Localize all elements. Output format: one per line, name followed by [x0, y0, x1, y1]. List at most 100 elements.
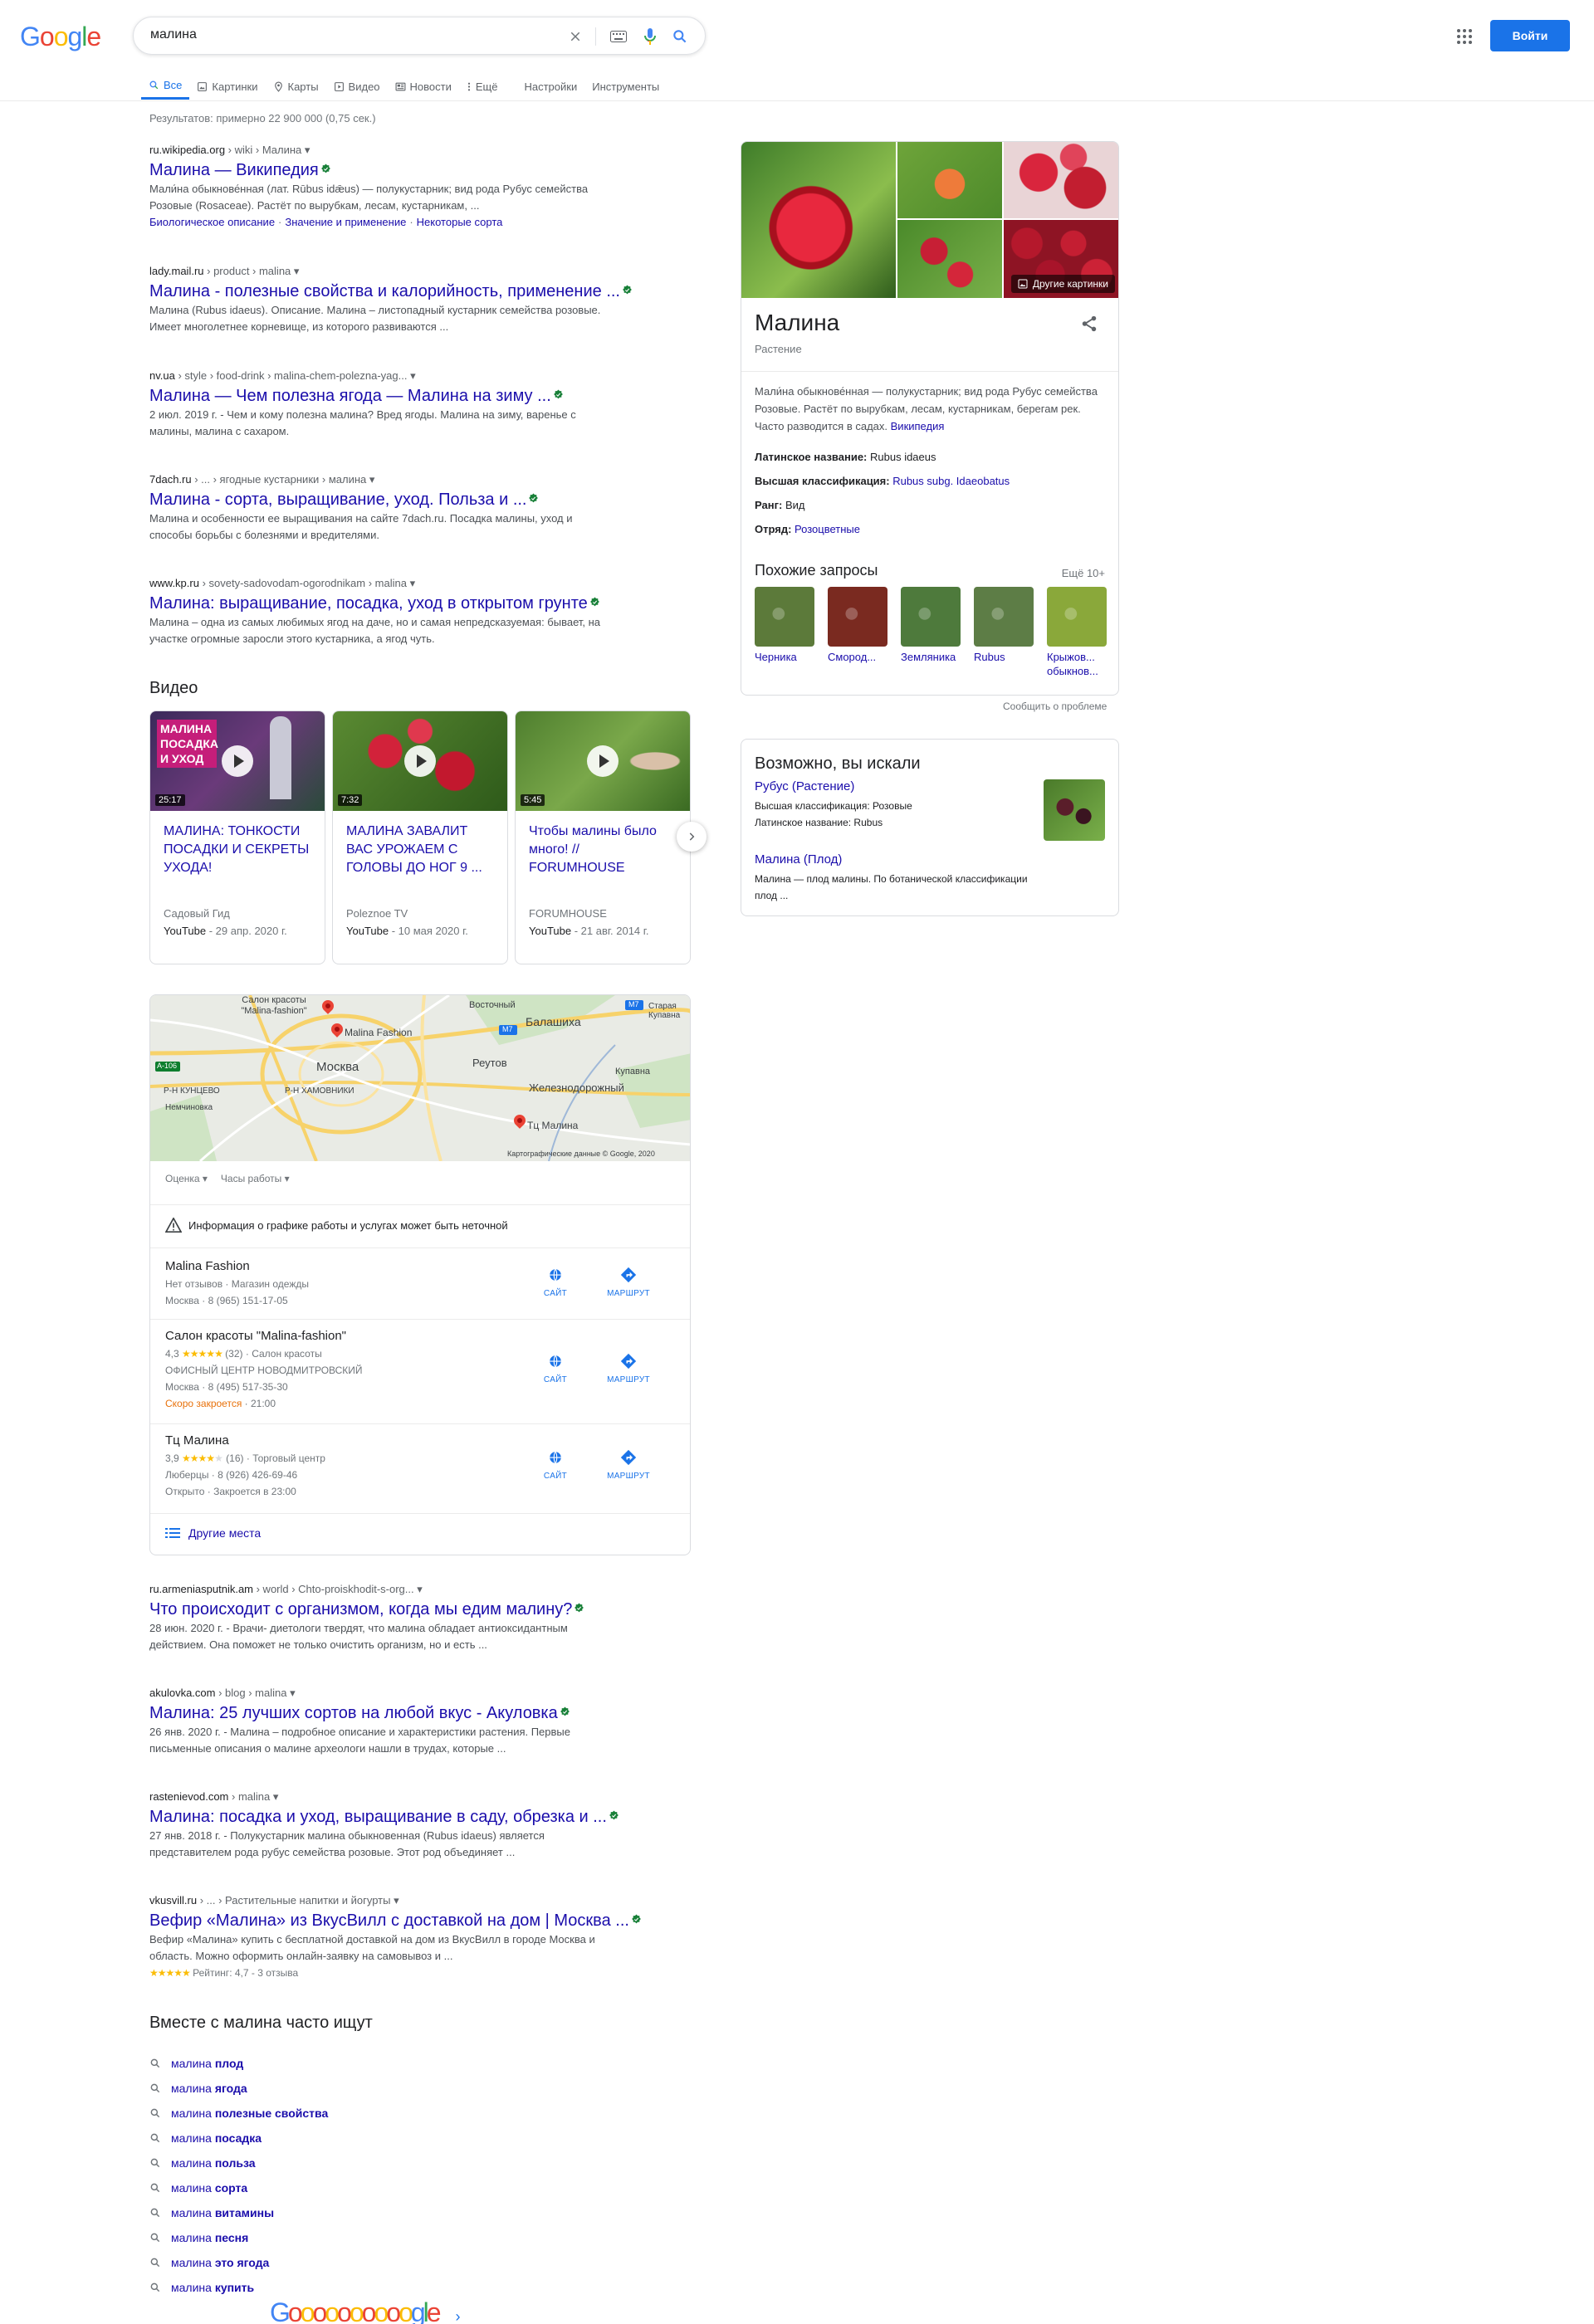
- did-you-mean-link[interactable]: Малина (Плод): [755, 852, 842, 867]
- tab-videos[interactable]: Видео: [326, 73, 388, 100]
- tab-news[interactable]: Новости: [388, 73, 459, 100]
- result-breadcrumb[interactable]: lady.mail.ru › product › malina ▾: [149, 264, 648, 279]
- chevron-down-icon[interactable]: ▾: [410, 369, 416, 382]
- tab-tools[interactable]: Инструменты: [584, 73, 667, 100]
- directions-button[interactable]: МАРШРУТ: [604, 1266, 653, 1298]
- similar-query-item[interactable]: Rubus: [974, 587, 1035, 664]
- website-button[interactable]: САЙТ: [531, 1352, 580, 1384]
- related-search-item[interactable]: малина это ягода: [149, 2256, 269, 2269]
- map-area-label: Железнодорожный: [529, 1081, 624, 1094]
- result-snippet: Мали́на обыкнове́нная (лат. Rūbus idǣus)…: [149, 183, 589, 212]
- result-title-link[interactable]: Малина — Википедия: [149, 159, 648, 181]
- result-title-link[interactable]: Вефир «Малина» из ВкусВилл с доставкой н…: [149, 1910, 648, 1931]
- result-breadcrumb[interactable]: vkusvill.ru › ... › Растительные напитки…: [149, 1893, 648, 1908]
- tab-more[interactable]: Ещё: [459, 73, 506, 100]
- filter-hours[interactable]: Часы работы ▾: [221, 1173, 290, 1184]
- result-title-link[interactable]: Малина - сорта, выращивание, уход. Польз…: [149, 489, 648, 510]
- result-breadcrumb[interactable]: 7dach.ru › ... › ягодные кустарники › ма…: [149, 472, 648, 487]
- local-place[interactable]: Malina Fashion Нет отзывов · Магазин оде…: [165, 1257, 663, 1309]
- related-search-item[interactable]: малина витамины: [149, 2206, 274, 2219]
- website-button[interactable]: САЙТ: [531, 1448, 580, 1481]
- chevron-down-icon[interactable]: ▾: [290, 1687, 296, 1699]
- raspberry-image[interactable]: [741, 142, 896, 298]
- chevron-down-icon[interactable]: ▾: [273, 1790, 279, 1803]
- related-search-item[interactable]: малина посадка: [149, 2131, 262, 2145]
- sitelink[interactable]: Биологическое описание: [149, 216, 275, 228]
- result-breadcrumb[interactable]: akulovka.com › blog › malina ▾: [149, 1686, 648, 1701]
- more-images-button[interactable]: Другие картинки: [1010, 275, 1115, 293]
- related-search-item[interactable]: малина сорта: [149, 2181, 247, 2195]
- sitelink[interactable]: Значение и применение: [285, 216, 406, 228]
- similar-query-item[interactable]: Крыжов... обыкнов...: [1047, 587, 1108, 678]
- sitelink[interactable]: Некоторые сорта: [417, 216, 503, 228]
- search-icon[interactable]: [670, 27, 690, 46]
- raspberry-image[interactable]: [897, 220, 1002, 298]
- apps-grid-icon[interactable]: [1455, 27, 1474, 46]
- result-title-link[interactable]: Малина: 25 лучших сортов на любой вкус -…: [149, 1702, 648, 1724]
- more-places-link[interactable]: Другие места: [165, 1526, 261, 1540]
- chevron-down-icon[interactable]: ▾: [369, 473, 375, 486]
- related-search-item[interactable]: малина купить: [149, 2281, 254, 2294]
- similar-more-link[interactable]: Ещё 10+: [1062, 567, 1105, 579]
- feedback-link[interactable]: Сообщить о проблеме: [1003, 701, 1107, 712]
- next-page-chevron-icon[interactable]: ›: [455, 2308, 460, 2324]
- video-card[interactable]: 7:32 МАЛИНА ЗАВАЛИТ ВАС УРОЖАЕМ С ГОЛОВЫ…: [332, 710, 508, 964]
- did-you-mean-link[interactable]: Рубус (Растение): [755, 779, 854, 793]
- directions-button[interactable]: МАРШРУТ: [604, 1448, 653, 1481]
- tab-images[interactable]: Картинки: [189, 73, 265, 100]
- play-icon: [587, 745, 619, 777]
- keyboard-icon[interactable]: [609, 27, 628, 46]
- result-breadcrumb[interactable]: nv.ua › style › food-drink › malina-chem…: [149, 369, 648, 383]
- chevron-down-icon[interactable]: ▾: [305, 144, 310, 156]
- result-breadcrumb[interactable]: rastenievod.com › malina ▾: [149, 1789, 648, 1804]
- related-search-item[interactable]: малина песня: [149, 2231, 248, 2244]
- wikipedia-link[interactable]: Википедия: [891, 420, 945, 432]
- clear-icon[interactable]: [565, 27, 585, 46]
- similar-query-item[interactable]: Смород...: [828, 587, 889, 664]
- share-icon[interactable]: [1080, 315, 1100, 334]
- similar-query-item[interactable]: Земляника: [901, 587, 962, 664]
- result-title-link[interactable]: Малина — Чем полезна ягода — Малина на з…: [149, 385, 648, 407]
- similar-query-image: [1047, 587, 1107, 647]
- result-breadcrumb[interactable]: ru.armeniasputnik.am › world › Chto-proi…: [149, 1582, 648, 1597]
- result-title-link[interactable]: Малина - полезные свойства и калорийност…: [149, 281, 648, 302]
- tab-all[interactable]: Все: [141, 73, 190, 100]
- video-carousel-next-button[interactable]: [677, 822, 707, 852]
- local-place[interactable]: Тц Малина 3,9 ★★★★★ (16) · Торговый цент…: [165, 1432, 663, 1500]
- related-search-item[interactable]: малина ягода: [149, 2082, 247, 2095]
- video-card[interactable]: 5:45 Чтобы малины было много! // FORUMHO…: [515, 710, 691, 964]
- google-logo[interactable]: Google: [20, 22, 101, 52]
- result-site: 7dach.ru: [149, 473, 192, 486]
- video-card[interactable]: МАЛИНА ПОСАДКА И УХОД 25:17 МАЛИНА: ТОНК…: [149, 710, 325, 964]
- raspberry-image[interactable]: [1004, 142, 1118, 218]
- sign-in-button[interactable]: Войти: [1490, 20, 1570, 51]
- directions-button[interactable]: МАРШРУТ: [604, 1352, 653, 1384]
- search-input[interactable]: [150, 27, 565, 42]
- local-place[interactable]: Салон красоты "Malina-fashion" 4,3 ★★★★★…: [165, 1327, 663, 1412]
- search-box[interactable]: [133, 17, 706, 55]
- related-search-item[interactable]: малина полезные свойства: [149, 2107, 328, 2120]
- chevron-down-icon[interactable]: ▾: [410, 577, 416, 589]
- related-search-item[interactable]: малина польза: [149, 2156, 256, 2170]
- microphone-icon[interactable]: [640, 27, 660, 46]
- result-title-link[interactable]: Малина: выращивание, посадка, уход в отк…: [149, 593, 648, 614]
- map[interactable]: А-106 M7 M7 Салон красоты "Malina-fashio…: [150, 995, 690, 1161]
- related-search-item[interactable]: малина плод: [149, 2057, 243, 2070]
- directions-icon: [619, 1352, 638, 1370]
- tab-settings[interactable]: Настройки: [516, 73, 584, 100]
- tab-maps[interactable]: Карты: [266, 73, 326, 100]
- rubus-image[interactable]: [1044, 779, 1105, 841]
- kp-image-collage[interactable]: Другие картинки: [741, 142, 1118, 298]
- result-breadcrumb[interactable]: www.kp.ru › sovety-sadovodam-ogorodnikam…: [149, 576, 648, 591]
- chevron-down-icon[interactable]: ▾: [394, 1894, 399, 1907]
- result-title-link[interactable]: Малина: посадка и уход, выращивание в са…: [149, 1806, 648, 1828]
- raspberry-image[interactable]: [897, 142, 1002, 218]
- result-breadcrumb[interactable]: ru.wikipedia.org › wiki › Малина ▾: [149, 143, 648, 158]
- filter-rating[interactable]: Оценка ▾: [165, 1173, 208, 1184]
- similar-query-item[interactable]: Черника: [755, 587, 816, 664]
- result-snippet: Малина и особенности ее выращивания на с…: [149, 512, 573, 541]
- result-title-link[interactable]: Что происходит с организмом, когда мы ед…: [149, 1599, 648, 1620]
- website-button[interactable]: САЙТ: [531, 1266, 580, 1298]
- chevron-down-icon[interactable]: ▾: [294, 265, 300, 277]
- chevron-down-icon[interactable]: ▾: [417, 1583, 423, 1595]
